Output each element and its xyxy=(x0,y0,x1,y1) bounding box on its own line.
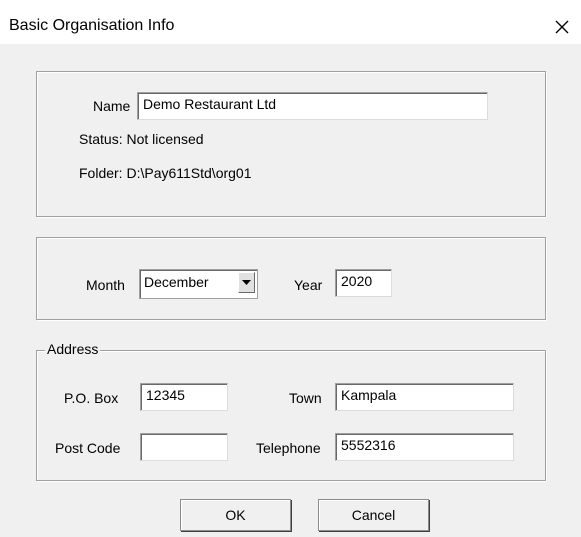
status-text: Status: Not licensed xyxy=(79,131,204,147)
chevron-down-icon xyxy=(242,279,251,285)
month-label: Month xyxy=(86,277,125,293)
close-button[interactable] xyxy=(543,8,581,46)
town-label: Town xyxy=(289,390,322,406)
year-label: Year xyxy=(294,277,323,293)
ok-button-label: OK xyxy=(225,507,246,523)
name-input[interactable]: Demo Restaurant Ltd xyxy=(137,92,488,120)
period-group: Month December Year 2020 xyxy=(36,237,546,320)
pobox-label: P.O. Box xyxy=(64,390,119,406)
cancel-button-label: Cancel xyxy=(351,507,396,523)
telephone-label: Telephone xyxy=(256,440,321,456)
month-dropdown-button[interactable] xyxy=(238,272,255,293)
cancel-button[interactable]: Cancel xyxy=(318,499,429,531)
postcode-input[interactable] xyxy=(140,433,228,461)
postcode-label: Post Code xyxy=(55,440,121,456)
year-input[interactable]: 2020 xyxy=(335,269,392,297)
month-select-value: December xyxy=(144,274,209,290)
folder-text: Folder: D:\Pay611Std\org01 xyxy=(79,165,252,181)
month-select[interactable]: December xyxy=(139,269,258,299)
dialog-client-area: Name Demo Restaurant Ltd Status: Not lic… xyxy=(0,44,581,537)
close-icon xyxy=(555,20,569,34)
dialog-title: Basic Organisation Info xyxy=(9,17,175,34)
address-group: Address P.O. Box 12345 Town Kampala Post… xyxy=(36,341,546,481)
dialog-window: Basic Organisation Info Name Demo Restau… xyxy=(0,0,581,537)
telephone-input[interactable]: 5552316 xyxy=(335,433,514,461)
pobox-input[interactable]: 12345 xyxy=(140,383,228,411)
ok-button[interactable]: OK xyxy=(180,499,291,531)
address-legend: Address xyxy=(45,341,101,357)
name-label: Name xyxy=(93,98,131,114)
town-input[interactable]: Kampala xyxy=(335,383,514,411)
organisation-group: Name Demo Restaurant Ltd Status: Not lic… xyxy=(36,71,546,217)
